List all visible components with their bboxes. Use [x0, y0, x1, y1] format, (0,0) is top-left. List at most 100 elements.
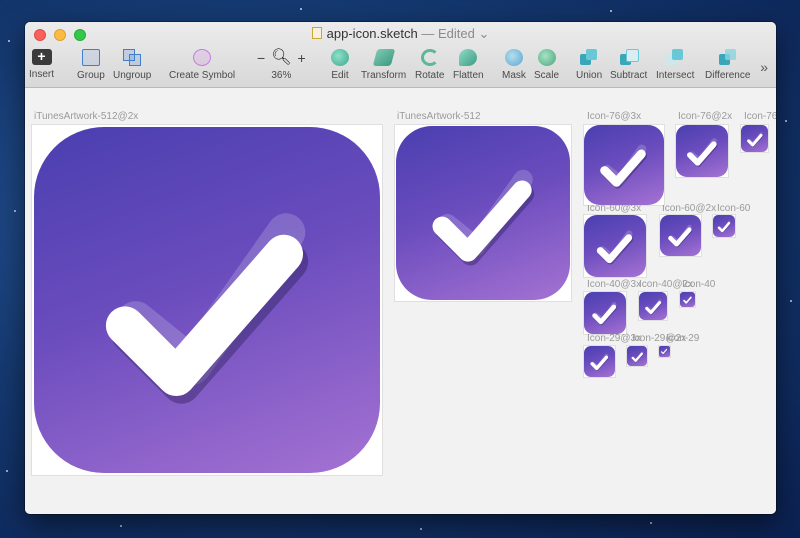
zoom-control[interactable]: − 🔍︎ + 36% [257, 49, 306, 81]
group-icon [81, 49, 100, 66]
app-icon [584, 346, 615, 377]
checkmark-icon [631, 350, 643, 362]
app-icon [396, 126, 570, 300]
canvas[interactable]: iTunesArtwork-512@2x iTunesArtwork-512 I… [25, 88, 776, 514]
app-icon [676, 125, 728, 177]
app-icon [584, 292, 626, 334]
artboard-label[interactable]: Icon-29 [666, 333, 699, 344]
magnifier-icon: 🔍︎ [271, 48, 292, 66]
toolbar-overflow-button[interactable]: » [760, 59, 768, 75]
flatten-label: Flatten [453, 70, 484, 81]
mask-label: Mask [502, 70, 526, 81]
artboard-label[interactable]: Icon-40 [682, 279, 715, 290]
zoom-in-button[interactable]: + [298, 50, 306, 66]
difference-icon [718, 49, 737, 66]
artboard[interactable] [627, 346, 647, 366]
checkmark-icon [600, 144, 648, 189]
intersect-icon [666, 49, 684, 66]
transform-button[interactable]: Transform [361, 49, 406, 81]
artboard-label[interactable]: iTunesArtwork-512 [397, 111, 481, 122]
checkmark-icon [746, 131, 763, 147]
app-icon [680, 292, 695, 307]
checkmark-icon [661, 348, 668, 355]
artboard-label[interactable]: Icon-76@3x [587, 111, 641, 122]
checkmark-icon [717, 220, 731, 233]
scale-button[interactable]: Scale [534, 49, 559, 81]
app-icon [713, 215, 735, 237]
artboard[interactable] [741, 125, 768, 152]
artboard[interactable] [584, 292, 626, 334]
checkmark-icon [592, 302, 618, 326]
artboard-label[interactable]: Icon-60@2x [662, 203, 716, 214]
symbol-icon [193, 49, 212, 66]
checkmark-icon [432, 169, 534, 266]
artboard[interactable] [660, 215, 701, 256]
plus-icon: + [31, 49, 52, 65]
artboard[interactable] [584, 125, 664, 205]
rotate-label: Rotate [415, 70, 445, 81]
app-icon [584, 215, 646, 277]
artboard[interactable] [676, 125, 728, 177]
app-icon [584, 125, 664, 205]
subtract-label: Subtract [610, 70, 648, 81]
artboard[interactable] [584, 346, 615, 377]
flatten-icon [459, 49, 478, 66]
mask-button[interactable]: Mask [502, 49, 526, 81]
artboard[interactable] [584, 215, 646, 277]
scale-icon [537, 49, 556, 66]
checkmark-icon [105, 213, 309, 404]
sketch-window: app-icon.sketch — Edited ⌄ + Insert Grou… [25, 22, 776, 514]
artboard[interactable] [713, 215, 735, 237]
union-button[interactable]: Union [576, 49, 602, 81]
edit-label: Edit [331, 70, 349, 81]
artboard-label[interactable]: Icon-76 [744, 111, 776, 122]
rotate-button[interactable]: Rotate [415, 49, 444, 81]
artboard[interactable] [680, 292, 695, 307]
artboard-label[interactable]: Icon-76@2x [678, 111, 732, 122]
mask-icon [504, 49, 523, 66]
window-title[interactable]: app-icon.sketch — Edited ⌄ [25, 26, 776, 42]
rotate-icon [420, 49, 439, 66]
group-button[interactable]: Group [77, 49, 105, 81]
create-symbol-button[interactable]: Create Symbol [169, 49, 235, 81]
subtract-icon [619, 49, 639, 66]
ungroup-icon [123, 49, 142, 66]
difference-label: Difference [705, 70, 751, 81]
zoom-out-button[interactable]: − [257, 50, 265, 66]
flatten-button[interactable]: Flatten [453, 49, 484, 81]
artboard-label[interactable]: Icon-60 [717, 203, 750, 214]
checkmark-icon [596, 230, 634, 265]
checkmark-icon [668, 225, 693, 248]
app-icon [741, 125, 768, 152]
insert-button[interactable]: + Insert [29, 49, 55, 81]
zoom-level: 36% [271, 70, 292, 81]
edited-status: — Edited [421, 26, 475, 41]
artboard-label[interactable]: Icon-40@3x [587, 279, 641, 290]
edit-button[interactable]: Edit [331, 49, 349, 81]
app-icon [627, 346, 647, 366]
document-icon [311, 27, 322, 39]
insert-label: Insert [29, 69, 55, 80]
artboard[interactable] [395, 125, 571, 301]
difference-button[interactable]: Difference [705, 49, 750, 81]
artboard-label[interactable]: iTunesArtwork-512@2x [34, 111, 138, 122]
document-name: app-icon.sketch [326, 26, 418, 41]
intersect-button[interactable]: Intersect [656, 49, 694, 81]
artboard[interactable] [32, 125, 382, 475]
edit-icon [331, 49, 349, 66]
toolbar: + Insert Group Ungroup Create Symbol − 🔍… [25, 46, 776, 86]
artboard[interactable] [659, 346, 670, 357]
app-icon [639, 292, 667, 320]
title-bar: app-icon.sketch — Edited ⌄ + Insert Grou… [25, 22, 776, 88]
checkmark-icon [590, 353, 609, 371]
artboard[interactable] [639, 292, 667, 320]
app-icon [659, 346, 670, 357]
app-icon [34, 127, 380, 473]
subtract-button[interactable]: Subtract [610, 49, 647, 81]
checkmark-icon [686, 137, 718, 167]
group-label: Group [77, 70, 105, 81]
intersect-label: Intersect [656, 70, 695, 81]
ungroup-button[interactable]: Ungroup [113, 49, 151, 81]
create-symbol-label: Create Symbol [169, 70, 236, 81]
transform-label: Transform [361, 70, 407, 81]
